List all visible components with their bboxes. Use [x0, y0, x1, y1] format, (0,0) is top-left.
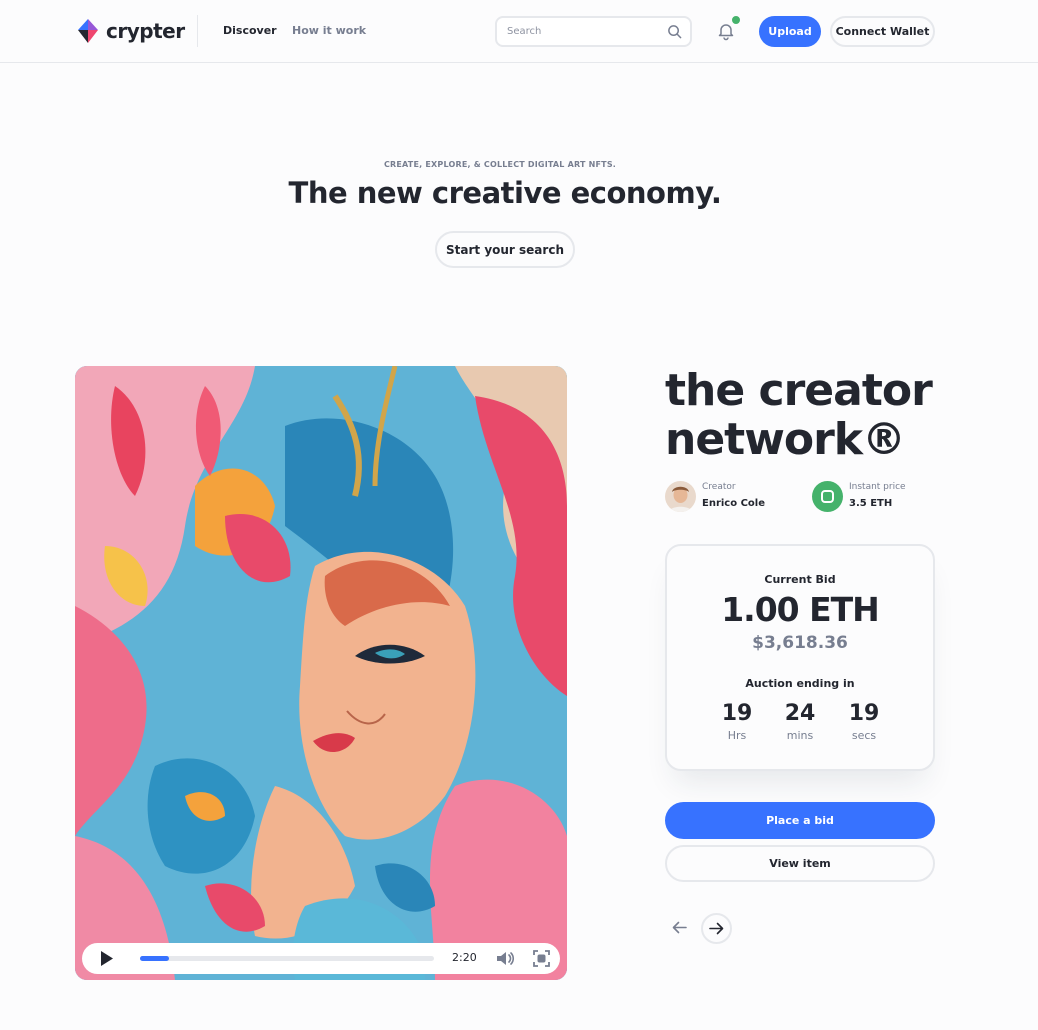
progress-fill [140, 956, 170, 961]
next-button[interactable] [701, 913, 732, 944]
instant-price-icon [812, 481, 843, 512]
logo[interactable]: crypter [77, 18, 185, 44]
instant-price-label: Instant price [849, 482, 906, 492]
current-bid-usd: $3,618.36 [752, 633, 848, 653]
current-bid-eth: 1.00 ETH [721, 590, 880, 629]
playback-time: 2:20 [452, 951, 477, 964]
start-search-button[interactable]: Start your search [435, 231, 575, 268]
search-icon[interactable] [667, 24, 682, 39]
current-bid-card: Current Bid 1.00 ETH $3,618.36 Auction e… [665, 544, 935, 771]
auction-ending-label: Auction ending in [745, 677, 855, 690]
artwork-image [75, 366, 567, 980]
connect-wallet-button[interactable]: Connect Wallet [830, 16, 935, 47]
nav-how-it-work[interactable]: How it work [292, 24, 366, 37]
notification-dot [731, 15, 741, 25]
current-bid-label: Current Bid [764, 573, 836, 586]
header: crypter Discover How it work Upload Conn… [0, 0, 1038, 63]
fullscreen-icon[interactable] [533, 950, 550, 967]
hero-title: The new creative economy. [288, 176, 722, 210]
arrow-right-icon [709, 922, 724, 935]
artwork-video[interactable]: 2:20 [75, 366, 567, 980]
view-item-button[interactable]: View item [665, 845, 935, 882]
timer-minutes: 24 mins [784, 701, 816, 742]
search-box [495, 16, 692, 47]
creator-label: Creator [702, 482, 736, 492]
item-title: the creator network® [665, 365, 933, 465]
timer-seconds: 19 secs [848, 701, 880, 742]
upload-button[interactable]: Upload [759, 16, 821, 47]
play-icon[interactable] [99, 951, 114, 966]
logo-text: crypter [106, 19, 185, 43]
place-bid-button[interactable]: Place a bid [665, 802, 935, 839]
nav-discover[interactable]: Discover [223, 24, 277, 37]
volume-icon[interactable] [495, 950, 515, 967]
creator-name[interactable]: Enrico Cole [702, 498, 765, 509]
video-player-controls: 2:20 [82, 943, 560, 974]
header-divider [197, 15, 198, 47]
hero-subtitle: CREATE, EXPLORE, & COLLECT DIGITAL ART N… [383, 160, 617, 169]
search-input[interactable] [497, 18, 647, 45]
progress-bar[interactable] [140, 956, 434, 961]
timer-hours: 19 Hrs [721, 701, 753, 742]
creator-avatar[interactable] [665, 481, 696, 512]
arrow-left-icon [672, 921, 687, 934]
prev-button[interactable] [665, 913, 696, 944]
instant-price-value: 3.5 ETH [849, 498, 893, 509]
logo-icon [78, 19, 98, 43]
